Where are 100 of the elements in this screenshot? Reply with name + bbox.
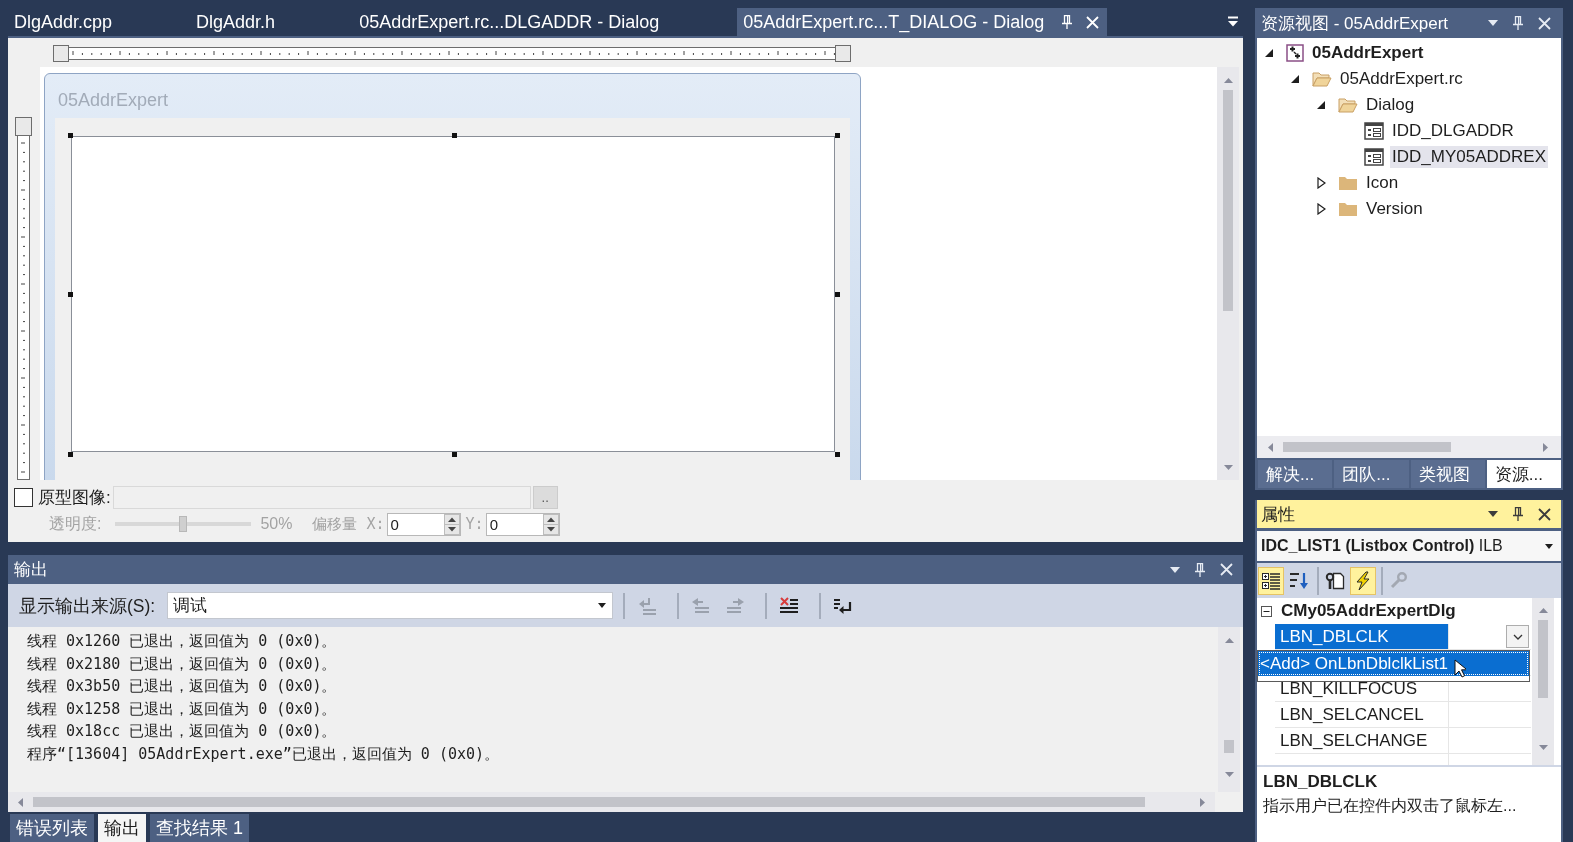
lightning-button[interactable]	[1350, 566, 1376, 595]
resize-handle[interactable]	[835, 452, 840, 457]
checkbox[interactable]	[14, 487, 33, 507]
horizontal-ruler[interactable]	[53, 45, 851, 62]
resize-handle[interactable]	[68, 292, 73, 297]
project-icon	[1286, 44, 1304, 62]
panel-tab[interactable]: 错误列表	[10, 814, 94, 842]
prototype-image-label: 原型图像:	[38, 486, 111, 509]
resize-handle[interactable]	[68, 452, 73, 457]
word-wrap-icon	[833, 596, 854, 615]
slider-thumb[interactable]	[179, 516, 188, 532]
spin-button[interactable]	[542, 513, 559, 535]
collapsed-arrow-icon[interactable]	[1316, 203, 1326, 215]
tab-list-dropdown-icon[interactable]	[1227, 16, 1239, 28]
collapsed-arrow-icon[interactable]	[1316, 177, 1326, 189]
scroll-down-arrow-icon[interactable]	[1224, 772, 1234, 777]
tree-item[interactable]: Version	[1364, 198, 1425, 220]
lightning-icon	[1353, 570, 1373, 591]
dialog-title: 05AddrExpert	[57, 89, 170, 112]
panel-tab[interactable]: 类视图	[1410, 460, 1485, 488]
tree-item[interactable]: IDD_DLGADDR	[1390, 120, 1516, 142]
event-handler-cell[interactable]	[1448, 702, 1531, 728]
offset-x-field[interactable]: 0	[386, 512, 461, 536]
event-name[interactable]: LBN_SELCANCEL	[1275, 702, 1448, 728]
resize-handle[interactable]	[452, 452, 457, 457]
dialog-form-icon	[1364, 148, 1384, 166]
spin-button[interactable]	[443, 513, 460, 535]
panel-tab[interactable]: 解决...	[1258, 460, 1333, 488]
event-name[interactable]: LBN_SELCHANGE	[1275, 728, 1448, 754]
expanded-arrow-icon[interactable]	[1264, 48, 1274, 58]
tree-item[interactable]: IDD_MY05ADDREX	[1390, 146, 1548, 168]
tree-item[interactable]: 05AddrExpert	[1310, 42, 1426, 64]
offset-y-field[interactable]: 0	[485, 512, 560, 536]
document-tab[interactable]: DlgAddr.cpp	[8, 8, 121, 36]
scroll-left-arrow-icon[interactable]	[18, 797, 23, 807]
wrench-page-icon	[1325, 570, 1345, 591]
scroll-up-arrow-icon[interactable]	[1224, 638, 1234, 643]
scroll-up-arrow-icon[interactable]	[1538, 608, 1548, 613]
description-title: LBN_DBLCLK	[1263, 772, 1379, 792]
scroll-down-arrow-icon[interactable]	[1223, 465, 1233, 470]
panel-tab[interactable]: 资源...	[1486, 460, 1561, 488]
panel-title: 属性	[1261, 503, 1296, 526]
vertical-scrollbar[interactable]	[1218, 627, 1240, 792]
categorized-icon	[1261, 570, 1281, 591]
caret-down-icon[interactable]	[598, 603, 607, 608]
scrollbar-thumb[interactable]	[1283, 442, 1451, 452]
categorized-button[interactable]	[1258, 566, 1284, 595]
panel-title: 输出	[14, 559, 49, 581]
caret-down-icon[interactable]	[1488, 511, 1498, 517]
pin-icon[interactable]	[1513, 507, 1523, 521]
resize-handle[interactable]	[835, 292, 840, 297]
previous-message-icon	[691, 596, 712, 615]
document-tab[interactable]: 05AddrExpert.rc...DLGADDR - Dialog	[353, 8, 668, 36]
output-source-dropdown[interactable]: 调试	[167, 592, 614, 619]
scrollbar-thumb[interactable]	[1223, 90, 1233, 311]
horizontal-scrollbar[interactable]	[8, 792, 1215, 812]
collapse-icon[interactable]	[1260, 605, 1272, 617]
panel-tab[interactable]: 团队...	[1334, 460, 1409, 488]
scrollbar-thumb[interactable]	[1538, 620, 1548, 698]
scrollbar-thumb[interactable]	[33, 797, 1145, 807]
category-label: CMy05AddrExpertDlg	[1280, 601, 1456, 621]
caret-down-icon[interactable]	[1545, 543, 1553, 549]
resize-handle[interactable]	[452, 133, 457, 138]
panel-tab[interactable]: 输出	[98, 814, 146, 842]
scroll-left-arrow-icon[interactable]	[1268, 442, 1273, 452]
expanded-arrow-icon[interactable]	[1316, 100, 1326, 110]
tree-item[interactable]: Icon	[1364, 172, 1401, 194]
folder-icon	[1338, 201, 1358, 217]
horizontal-scrollbar[interactable]	[1257, 436, 1561, 458]
scroll-down-arrow-icon[interactable]	[1538, 745, 1548, 750]
dropdown-option[interactable]: <Add> OnLbnDblclkList1	[1258, 651, 1529, 676]
wrench-icon	[1389, 570, 1409, 591]
mouse-pointer-icon	[1454, 659, 1466, 678]
expanded-arrow-icon[interactable]	[1290, 74, 1300, 84]
object-dropdown[interactable]: IDC_LIST1 (Listbox Control) ILB	[1257, 531, 1561, 561]
scroll-right-arrow-icon[interactable]	[1200, 797, 1205, 807]
output-line: 线程 0x1260 已退出，返回值为 0 (0x0)。	[27, 631, 337, 652]
resize-handle[interactable]	[68, 133, 73, 138]
scroll-right-arrow-icon[interactable]	[1543, 442, 1548, 452]
vertical-scrollbar[interactable]	[1217, 67, 1239, 480]
panel-tab[interactable]: 查找结果 1	[150, 814, 249, 842]
event-handler-cell[interactable]	[1448, 728, 1531, 754]
dropdown-button[interactable]	[1506, 625, 1529, 648]
event-name[interactable]: LBN_KILLFOCUS	[1275, 676, 1448, 702]
offset-x-label: 偏移量 X:	[312, 514, 385, 534]
close-icon[interactable]	[1538, 507, 1551, 521]
tree-item[interactable]: 05AddrExpert.rc	[1338, 68, 1465, 90]
tree-item[interactable]: Dialog	[1364, 94, 1417, 116]
resize-handle[interactable]	[835, 133, 840, 138]
vertical-ruler[interactable]	[15, 117, 32, 480]
browse-button[interactable]: ..	[532, 485, 558, 509]
offset-y-label: Y:	[465, 515, 484, 533]
event-name[interactable]: LBN_DBLCLK	[1275, 624, 1448, 650]
scroll-up-arrow-icon[interactable]	[1223, 78, 1233, 83]
document-tab[interactable]: DlgAddr.h	[190, 8, 284, 36]
go-to-location-icon	[637, 596, 658, 615]
vertical-scrollbar[interactable]	[1532, 598, 1554, 765]
output-line: 线程 0x18cc 已退出，返回值为 0 (0x0)。	[27, 721, 337, 742]
scrollbar-thumb[interactable]	[1224, 740, 1234, 753]
description-text: 指示用户已在控件内双击了鼠标左...	[1263, 796, 1518, 816]
